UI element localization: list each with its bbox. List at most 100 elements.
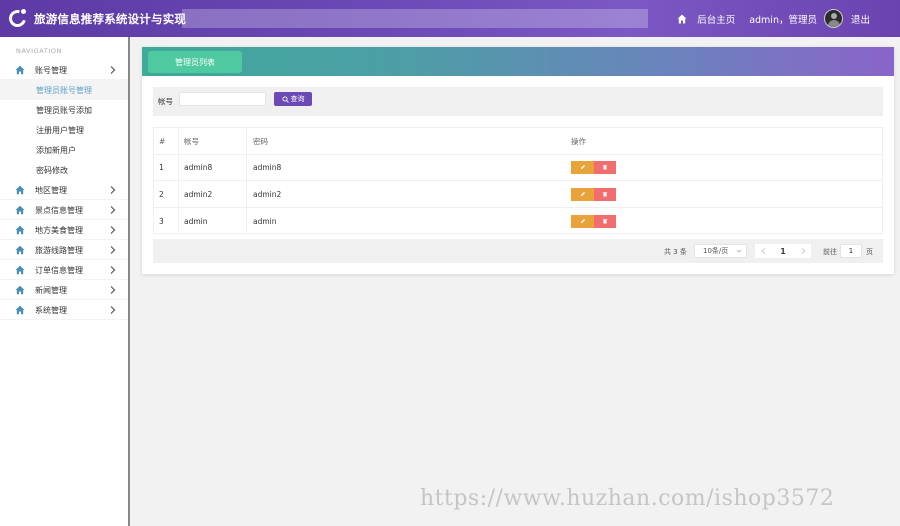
col-header-actions: 操作: [571, 136, 586, 146]
chevron-right-icon: [110, 266, 116, 274]
account-search-input[interactable]: [179, 92, 266, 106]
pagination: 共 3 条 10条/页 1 前往 页: [153, 239, 883, 263]
chevron-right-icon: [110, 206, 116, 214]
search-button-label: 查询: [290, 96, 305, 103]
row-index: 3: [154, 208, 179, 234]
current-page[interactable]: 1: [771, 244, 795, 258]
sidebar-item-label: 地区管理: [35, 186, 67, 195]
sidebar-subitem-add-admin[interactable]: 管理员账号添加: [0, 100, 128, 120]
chevron-right-icon: [110, 226, 116, 234]
table-row: 3 admin admin: [154, 208, 882, 235]
edit-button[interactable]: [571, 160, 594, 174]
row-actions: [565, 208, 882, 234]
chevron-down-icon: [736, 249, 742, 253]
row-password: admin2: [253, 189, 282, 199]
trash-icon: [603, 219, 607, 224]
card-header: 管理员列表: [142, 47, 894, 76]
table-row: 2 admin2 admin2: [154, 181, 882, 208]
header-banner-bar: [182, 9, 648, 28]
sidebar-item-region[interactable]: 地区管理: [0, 180, 128, 200]
col-header-index: #: [154, 128, 179, 154]
row-actions: [565, 154, 882, 180]
sidebar-item-label: 旅游线路管理: [35, 246, 83, 255]
search-icon: [281, 95, 289, 103]
search-bar: 帐号 查询: [153, 87, 883, 116]
home-icon[interactable]: [677, 14, 687, 24]
delete-button[interactable]: [594, 160, 616, 174]
watermark: https://www.huzhan.com/ishop3572: [420, 486, 835, 511]
home-icon: [15, 65, 25, 75]
nav-label: NAVIGATION: [16, 47, 63, 55]
goto-page-input[interactable]: [840, 244, 862, 258]
chevron-right-icon: [110, 306, 116, 314]
goto-label: 前往: [823, 248, 837, 256]
sidebar-item-label: 订单信息管理: [35, 266, 83, 275]
tab-admin-list[interactable]: 管理员列表: [148, 51, 242, 73]
admin-table: # 帐号 密码 操作 1 admin8 admin8 2 admin2 admi…: [153, 127, 883, 234]
sidebar-subitem-registered-users[interactable]: 注册用户管理: [0, 120, 128, 140]
sidebar-item-label: 账号管理: [35, 66, 67, 75]
home-icon: [15, 265, 25, 275]
page-size-select[interactable]: 10条/页: [694, 244, 747, 258]
sidebar-subitem-change-password[interactable]: 密码修改: [0, 160, 128, 180]
sidebar-item-label: 系统管理: [35, 306, 67, 315]
edit-icon: [580, 219, 585, 223]
top-header: 旅游信息推荐系统设计与实现 后台主页 admin，管理员 退出: [0, 0, 900, 37]
delete-button[interactable]: [594, 214, 616, 228]
chevron-right-icon: [110, 246, 116, 254]
edit-icon: [580, 192, 585, 196]
sidebar-item-label: 地方美食管理: [35, 226, 83, 235]
chevron-right-icon: [110, 186, 116, 194]
row-account: admin8: [179, 154, 247, 180]
trash-icon: [603, 165, 607, 170]
row-password: admin8: [253, 162, 282, 172]
chevron-left-icon: [761, 248, 765, 254]
app-title: 旅游信息推荐系统设计与实现: [34, 12, 187, 26]
col-header-password: 密码: [253, 136, 268, 146]
row-index: 1: [154, 154, 179, 180]
logo-dot: [21, 9, 26, 14]
next-page-button[interactable]: [795, 244, 811, 258]
home-icon: [15, 305, 25, 315]
prev-page-button[interactable]: [755, 244, 771, 258]
header-actions: 后台主页 admin，管理员 退出: [677, 0, 900, 37]
sidebar-item-local-food[interactable]: 地方美食管理: [0, 220, 128, 240]
sidebar-subitem-admin-accounts[interactable]: 管理员账号管理: [0, 80, 128, 100]
home-link[interactable]: 后台主页: [697, 12, 735, 26]
admin-list-card: 管理员列表 帐号 查询 # 帐号 密码 操作 1 admin8 admin8 2: [142, 47, 894, 274]
home-icon: [15, 205, 25, 215]
sidebar-item-system[interactable]: 系统管理: [0, 300, 128, 320]
row-password: admin: [253, 216, 277, 226]
sidebar-subitem-add-user[interactable]: 添加新用户: [0, 140, 128, 160]
sidebar-menu: 账号管理 管理员账号管理 管理员账号添加 注册用户管理 添加新用户 密码修改 地…: [0, 60, 128, 320]
edit-button[interactable]: [571, 214, 594, 228]
page-size-value: 10条/页: [703, 247, 729, 255]
logout-link[interactable]: 退出: [851, 12, 870, 26]
home-icon: [15, 225, 25, 235]
edit-button[interactable]: [571, 187, 594, 201]
sidebar-item-label: 新闻管理: [35, 286, 67, 295]
edit-icon: [580, 165, 585, 169]
sidebar-item-routes[interactable]: 旅游线路管理: [0, 240, 128, 260]
sidebar-item-label: 景点信息管理: [35, 206, 83, 215]
search-button[interactable]: 查询: [274, 92, 312, 106]
sidebar-item-account[interactable]: 账号管理: [0, 60, 128, 80]
pagination-total: 共 3 条: [664, 248, 687, 256]
sidebar-item-orders[interactable]: 订单信息管理: [0, 260, 128, 280]
sidebar-item-news[interactable]: 新闻管理: [0, 280, 128, 300]
trash-icon: [603, 192, 607, 197]
page-suffix: 页: [866, 248, 873, 256]
home-icon: [15, 185, 25, 195]
home-icon: [15, 285, 25, 295]
table-header-row: # 帐号 密码 操作: [154, 128, 882, 155]
search-label: 帐号: [158, 97, 173, 106]
chevron-right-icon: [801, 248, 805, 254]
home-icon: [15, 245, 25, 255]
chevron-right-icon: [110, 66, 116, 74]
row-account: admin2: [179, 181, 247, 207]
delete-button[interactable]: [594, 187, 616, 201]
col-header-account: 帐号: [179, 128, 247, 154]
avatar[interactable]: [823, 9, 843, 28]
sidebar-item-attractions[interactable]: 景点信息管理: [0, 200, 128, 220]
row-account: admin: [179, 208, 247, 234]
